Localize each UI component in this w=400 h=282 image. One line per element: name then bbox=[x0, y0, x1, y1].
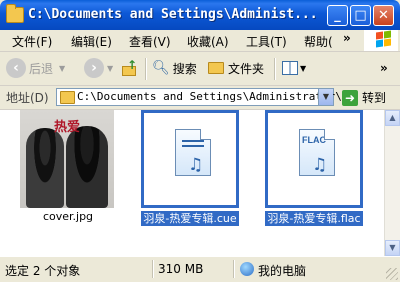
search-button[interactable]: 🔍︎ 搜索 bbox=[152, 58, 197, 78]
go-arrow-icon: ➜ bbox=[342, 89, 358, 106]
cover-title: 热爱 bbox=[54, 120, 81, 135]
explorer-window: C:\Documents and Settings\Administ... _ … bbox=[0, 0, 400, 282]
title-bar[interactable]: C:\Documents and Settings\Administ... _ … bbox=[0, 0, 400, 30]
back-arrow-icon: ‹ bbox=[6, 58, 26, 78]
scroll-down-button[interactable]: ▼ bbox=[385, 240, 400, 256]
address-bar: 地址(D) C:\Documents and Settings\Administ… bbox=[0, 86, 400, 110]
menu-help[interactable]: 帮助( bbox=[304, 33, 333, 50]
file-name: cover.jpg bbox=[42, 210, 94, 223]
maximize-button[interactable]: □ bbox=[350, 5, 371, 26]
music-note-icon: ♫ bbox=[312, 155, 328, 175]
toolbar: ‹ 后退 ▼ › ▼ ↑ 🔍︎ 搜索 文件夹 ▼ » bbox=[0, 52, 400, 86]
thumbnail-selected: ♫ bbox=[141, 110, 239, 208]
window-title: C:\Documents and Settings\Administ... bbox=[28, 7, 318, 22]
address-label: 地址(D) bbox=[6, 91, 49, 105]
forward-dropdown-icon: ▼ bbox=[107, 63, 114, 73]
status-separator bbox=[152, 260, 154, 278]
vertical-scrollbar[interactable]: ▲ ▼ bbox=[384, 110, 400, 256]
status-separator bbox=[233, 260, 235, 278]
go-label: 转到 bbox=[362, 91, 387, 105]
my-computer-icon bbox=[240, 262, 254, 276]
status-size: 310 MB bbox=[158, 262, 204, 276]
address-value: C:\Documents and Settings\Administrator\ bbox=[77, 90, 342, 103]
status-selection: 选定 2 个对象 bbox=[5, 264, 81, 278]
views-dropdown-icon: ▼ bbox=[300, 63, 307, 73]
menu-edit[interactable]: 编辑(E) bbox=[71, 33, 112, 50]
folder-icon bbox=[6, 4, 24, 23]
up-folder-button[interactable]: ↑ bbox=[122, 58, 138, 78]
folders-button[interactable]: 文件夹 bbox=[208, 58, 264, 78]
file-list[interactable]: 热爱 cover.jpg ♫ 羽泉-热爱专辑.cue FLAC ♫ 羽泉-热爱专… bbox=[0, 110, 384, 256]
address-input[interactable]: C:\Documents and Settings\Administrator\… bbox=[56, 88, 342, 106]
back-button[interactable]: ‹ 后退 ▼ bbox=[6, 58, 65, 78]
search-label: 搜索 bbox=[172, 61, 197, 76]
close-button[interactable]: ✕ bbox=[373, 5, 394, 26]
resize-grip[interactable] bbox=[386, 268, 398, 280]
menu-favorites[interactable]: 收藏(A) bbox=[187, 33, 229, 50]
address-dropdown-icon[interactable]: ▼ bbox=[318, 89, 333, 105]
menu-file[interactable]: 文件(F) bbox=[12, 33, 52, 50]
folders-icon bbox=[208, 62, 224, 74]
forward-arrow-icon: › bbox=[84, 58, 104, 78]
flac-file-icon: FLAC ♫ bbox=[299, 129, 335, 176]
file-item-cue[interactable]: ♫ 羽泉-热爱专辑.cue bbox=[140, 110, 259, 240]
go-button[interactable]: ➜ 转到 bbox=[342, 89, 386, 106]
file-item-cover[interactable]: 热爱 cover.jpg bbox=[0, 110, 118, 240]
views-button[interactable]: ▼ bbox=[282, 58, 306, 78]
menu-view[interactable]: 查看(V) bbox=[129, 33, 171, 50]
toolbar-separator bbox=[274, 58, 276, 80]
toolbar-overflow-chevron[interactable]: » bbox=[380, 58, 388, 78]
cue-file-icon: ♫ bbox=[175, 129, 211, 176]
menu-bar: 文件(F) 编辑(E) 查看(V) 收藏(A) 工具(T) 帮助( » bbox=[0, 30, 400, 52]
album-cover-image: 热爱 bbox=[20, 110, 114, 208]
views-icon bbox=[282, 61, 298, 75]
forward-button[interactable]: › ▼ bbox=[84, 58, 113, 78]
file-name: 羽泉-热爱专辑.cue bbox=[140, 210, 240, 227]
menu-overflow-chevron[interactable]: » bbox=[343, 31, 351, 45]
flac-icon-label: FLAC bbox=[302, 135, 326, 145]
status-bar: 选定 2 个对象 310 MB 我的电脑 bbox=[0, 256, 400, 282]
file-item-flac[interactable]: FLAC ♫ 羽泉-热爱专辑.flac bbox=[264, 110, 383, 240]
scroll-up-button[interactable]: ▲ bbox=[385, 110, 400, 126]
minimize-button[interactable]: _ bbox=[327, 5, 348, 26]
status-location: 我的电脑 bbox=[258, 264, 307, 278]
toolbar-separator bbox=[145, 58, 147, 80]
search-icon: 🔍︎ bbox=[152, 60, 170, 76]
folders-label: 文件夹 bbox=[228, 61, 265, 76]
thumbnail: 热爱 bbox=[20, 110, 114, 210]
file-name: 羽泉-热爱专辑.flac bbox=[264, 210, 364, 227]
music-note-icon: ♫ bbox=[188, 155, 204, 175]
thumbnail-selected: FLAC ♫ bbox=[265, 110, 363, 208]
windows-logo-icon bbox=[364, 30, 398, 51]
folder-icon bbox=[60, 91, 75, 104]
menu-tools[interactable]: 工具(T) bbox=[246, 33, 287, 50]
up-folder-icon: ↑ bbox=[122, 59, 138, 76]
back-label: 后退 bbox=[29, 61, 54, 76]
back-dropdown-icon: ▼ bbox=[59, 63, 66, 73]
